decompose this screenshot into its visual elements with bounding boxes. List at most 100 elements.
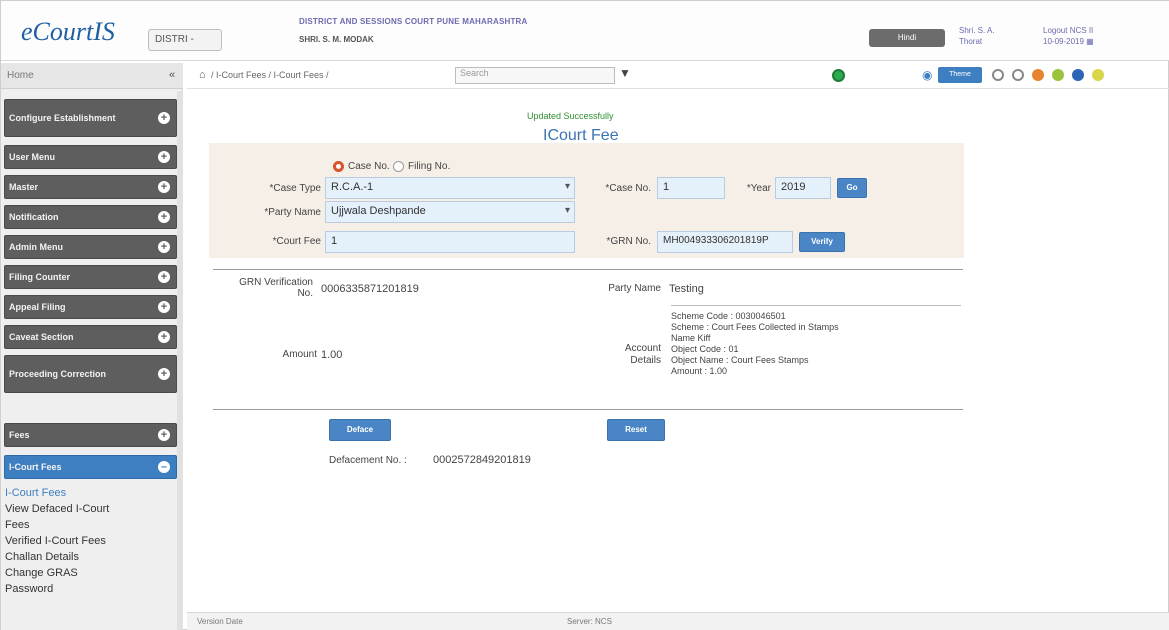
amount-label: Amount — [282, 349, 317, 360]
search-input[interactable]: Search — [455, 67, 615, 84]
party-name-value: Ujjwala Deshpande — [331, 205, 426, 217]
year-input[interactable]: 2019 — [775, 177, 831, 199]
footer-server: Server: NCS — [567, 617, 612, 626]
header: eCourtIS DISTRI - DISTRICT AND SESSIONS … — [1, 1, 1169, 61]
grn-no-label: *GRN No. — [606, 236, 651, 247]
breadcrumb[interactable]: / I-Court Fees / I-Court Fees / — [211, 70, 329, 80]
theme-color-white[interactable] — [992, 69, 1004, 81]
submenu-view-defaced-cont[interactable]: Fees — [5, 519, 29, 531]
home-bar[interactable]: Home « — [1, 63, 183, 89]
calendar-icon[interactable]: ▦ — [1086, 37, 1094, 46]
court-name: DISTRICT AND SESSIONS COURT PUNE MAHARAS… — [299, 17, 528, 26]
server-name: NCS II — [1069, 26, 1094, 35]
submenu-challan-details[interactable]: Challan Details — [5, 551, 79, 563]
deface-button[interactable]: Deface — [329, 419, 391, 441]
theme-color-orange[interactable] — [1032, 69, 1044, 81]
filter-icon[interactable]: ▼ — [619, 66, 631, 80]
account-line: Object Code : 01 — [671, 344, 739, 354]
grn-verification-value: 0006335871201819 — [321, 283, 419, 295]
sidebar-item-fees[interactable]: Fees + — [4, 423, 177, 447]
party-name-label: *Party Name — [264, 207, 321, 218]
plus-icon: + — [158, 211, 170, 223]
divider — [213, 269, 963, 270]
plus-icon: + — [158, 331, 170, 343]
defacement-label: Defacement No. : — [329, 455, 407, 466]
refresh-icon[interactable] — [832, 69, 845, 82]
result-party-name-value: Testing — [669, 283, 704, 295]
theme-color-yellow[interactable] — [1092, 69, 1104, 81]
plus-icon: + — [158, 181, 170, 193]
sidebar-item-appeal-filing[interactable]: Appeal Filing + — [4, 295, 177, 319]
home-icon[interactable]: ⌂ — [199, 69, 206, 81]
year-label: *Year — [746, 183, 771, 194]
sidebar-item-label: Fees — [9, 430, 30, 440]
court-fee-label: *Court Fee — [272, 236, 321, 247]
breadcrumb-toolbar: ⌂ / I-Court Fees / I-Court Fees / Search… — [187, 63, 1169, 89]
submenu-change-gras-cont[interactable]: Password — [5, 583, 53, 595]
divider — [213, 409, 963, 410]
sidebar-item-label: Admin Menu — [9, 242, 63, 252]
sidebar-item-notification[interactable]: Notification + — [4, 205, 177, 229]
grn-no-input[interactable]: MH004933306201819P — [657, 231, 793, 253]
account-line: Scheme Code : 0030046501 — [671, 311, 786, 321]
sidebar-item-label: Filing Counter — [9, 272, 70, 282]
sidebar-item-label: Configure Establishment — [9, 113, 116, 123]
account-details-label: Account Details — [624, 343, 661, 366]
plus-icon: + — [158, 429, 170, 441]
sidebar-item-label: Caveat Section — [9, 332, 74, 342]
case-no-input[interactable]: 1 — [657, 177, 725, 199]
party-name-select[interactable]: Ujjwala Deshpande ▾ — [325, 201, 575, 223]
amount-value: 1.00 — [321, 349, 343, 361]
case-type-label: *Case Type — [269, 183, 321, 194]
go-button[interactable]: Go — [837, 178, 867, 198]
sidebar-item-configure-establishment[interactable]: Configure Establishment + — [4, 99, 177, 137]
sidebar-item-master[interactable]: Master + — [4, 175, 177, 199]
sidebar-item-admin-menu[interactable]: Admin Menu + — [4, 235, 177, 259]
footer-version: Version Date — [197, 617, 243, 626]
main-content: Updated Successfully ICourt Fee Case No.… — [209, 97, 964, 597]
court-fee-input[interactable]: 1 — [325, 231, 575, 253]
account-line: Object Name : Court Fees Stamps — [671, 355, 809, 365]
theme-color-green[interactable] — [1052, 69, 1064, 81]
minus-icon: – — [158, 461, 170, 473]
theme-color-white-2[interactable] — [1012, 69, 1024, 81]
radio-case-no-label: Case No. — [348, 161, 390, 172]
home-label[interactable]: Home — [7, 70, 34, 81]
judge-name: SHRI. S. M. MODAK — [299, 35, 374, 44]
theme-button[interactable]: Theme — [938, 67, 982, 83]
user-name: Shri. S. A. Thorat — [959, 26, 995, 46]
theme-color-blue[interactable] — [1072, 69, 1084, 81]
reset-button[interactable]: Reset — [607, 419, 665, 441]
sidebar-item-label: Appeal Filing — [9, 302, 66, 312]
radio-filing-no[interactable] — [393, 161, 404, 172]
submenu-i-court-fees[interactable]: I-Court Fees — [5, 487, 66, 499]
sidebar-item-proceeding-correction[interactable]: Proceeding Correction + — [4, 355, 177, 393]
verify-button[interactable]: Verify — [799, 232, 845, 252]
sidebar-item-filing-counter[interactable]: Filing Counter + — [4, 265, 177, 289]
sidebar-scrollbar[interactable] — [177, 91, 183, 630]
globe-icon[interactable]: ◉ — [922, 68, 932, 82]
sidebar-item-i-court-fees[interactable]: I-Court Fees – — [4, 455, 177, 479]
sidebar: Home « Configure Establishment + User Me… — [1, 63, 183, 630]
sidebar-item-user-menu[interactable]: User Menu + — [4, 145, 177, 169]
submenu-verified-fees[interactable]: Verified I-Court Fees — [5, 535, 106, 547]
app-window: eCourtIS DISTRI - DISTRICT AND SESSIONS … — [0, 0, 1169, 630]
sidebar-item-caveat-section[interactable]: Caveat Section + — [4, 325, 177, 349]
language-button[interactable]: Hindi — [869, 29, 945, 47]
grn-verification-label: GRN Verification No. — [239, 277, 313, 299]
current-date: 10-09-2019 — [1043, 37, 1084, 46]
logout-area[interactable]: Logout NCS II 10-09-2019 ▦ — [1043, 25, 1143, 47]
radio-filing-no-label: Filing No. — [408, 161, 451, 172]
submenu-view-defaced[interactable]: View Defaced I-Court — [5, 503, 109, 515]
divider — [671, 305, 961, 306]
logout-link[interactable]: Logout — [1043, 26, 1067, 35]
district-select[interactable]: DISTRI - — [148, 29, 222, 51]
double-left-arrow-icon[interactable]: « — [169, 69, 175, 81]
submenu-change-gras[interactable]: Change GRAS — [5, 567, 78, 579]
account-line: Amount : 1.00 — [671, 366, 728, 376]
case-type-select[interactable]: R.C.A.-1 ▾ — [325, 177, 575, 199]
radio-case-no[interactable] — [333, 161, 344, 172]
account-details: Scheme Code : 0030046501 Scheme : Court … — [671, 311, 961, 377]
sidebar-item-label: Master — [9, 182, 39, 192]
plus-icon: + — [158, 271, 170, 283]
